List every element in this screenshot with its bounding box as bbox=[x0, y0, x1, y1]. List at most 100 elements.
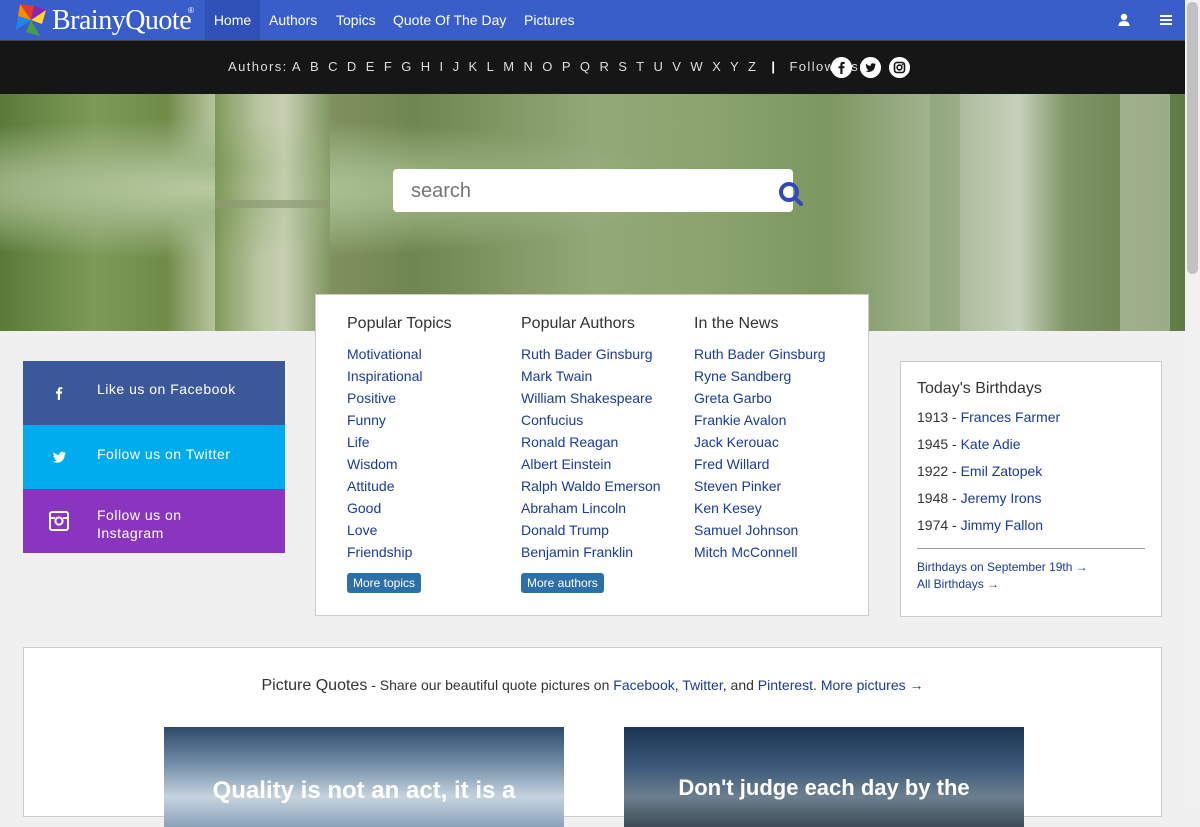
letter-link-b[interactable]: B bbox=[310, 59, 320, 74]
twitter-icon bbox=[52, 451, 66, 463]
author-link[interactable]: Albert Einstein bbox=[521, 453, 661, 475]
brainyquote-logo[interactable]: BrainyQuote ® bbox=[12, 2, 198, 38]
letter-link-h[interactable]: H bbox=[421, 59, 432, 74]
news-author-link[interactable]: Ken Kesey bbox=[694, 497, 826, 519]
author-link[interactable]: Ruth Bader Ginsburg bbox=[521, 343, 661, 365]
birthdays-on-date-link[interactable]: Birthdays on September 19th → bbox=[917, 560, 1088, 574]
birthday-name-link[interactable]: Frances Farmer bbox=[961, 409, 1061, 425]
nav-authors[interactable]: Authors bbox=[269, 0, 317, 40]
letter-link-e[interactable]: E bbox=[366, 59, 376, 74]
and-text: , and bbox=[722, 677, 758, 693]
user-icon[interactable] bbox=[1115, 11, 1133, 29]
instagram-icon[interactable] bbox=[889, 57, 910, 78]
period: . bbox=[813, 677, 821, 693]
birthday-name-link[interactable]: Emil Zatopek bbox=[961, 463, 1043, 479]
topic-link[interactable]: Good bbox=[347, 497, 452, 519]
letter-link-k[interactable]: K bbox=[468, 59, 478, 74]
news-author-link[interactable]: Mitch McConnell bbox=[694, 541, 826, 563]
author-link[interactable]: Mark Twain bbox=[521, 365, 661, 387]
topic-link[interactable]: Positive bbox=[347, 387, 452, 409]
topic-link[interactable]: Love bbox=[347, 519, 452, 541]
letter-link-g[interactable]: G bbox=[401, 59, 413, 74]
letter-link-i[interactable]: I bbox=[440, 59, 445, 74]
topic-link[interactable]: Inspirational bbox=[347, 365, 452, 387]
pinterest-link[interactable]: Pinterest bbox=[758, 677, 813, 693]
topic-link[interactable]: Wisdom bbox=[347, 453, 452, 475]
letter-link-z[interactable]: Z bbox=[748, 59, 757, 74]
facebook-like-label: Like us on Facebook bbox=[97, 381, 236, 397]
twitter-link[interactable]: Twitter bbox=[682, 677, 722, 693]
twitter-follow-block[interactable]: Follow us on Twitter bbox=[23, 425, 285, 489]
news-author-link[interactable]: Jack Kerouac bbox=[694, 431, 826, 453]
facebook-like-block[interactable]: Like us on Facebook bbox=[23, 361, 285, 425]
page-scrollbar[interactable] bbox=[1185, 0, 1200, 803]
letter-link-f[interactable]: F bbox=[384, 59, 393, 74]
letter-link-a[interactable]: A bbox=[292, 59, 302, 74]
author-link[interactable]: Donald Trump bbox=[521, 519, 661, 541]
author-link[interactable]: Ralph Waldo Emerson bbox=[521, 475, 661, 497]
topic-link[interactable]: Motivational bbox=[347, 343, 452, 365]
hamburger-menu-icon[interactable] bbox=[1157, 11, 1175, 29]
search-icon[interactable] bbox=[776, 180, 804, 208]
letter-link-l[interactable]: L bbox=[487, 59, 496, 74]
picture-quote-image[interactable]: Don't judge each day by the bbox=[624, 727, 1024, 827]
nav-home[interactable]: Home bbox=[205, 0, 260, 40]
more-pictures-link[interactable]: More pictures → bbox=[821, 677, 924, 693]
instagram-follow-block[interactable]: Follow us on Instagram bbox=[23, 489, 285, 553]
letter-link-d[interactable]: D bbox=[347, 59, 358, 74]
news-author-link[interactable]: Ruth Bader Ginsburg bbox=[694, 343, 826, 365]
search-input[interactable] bbox=[409, 169, 763, 214]
letter-link-w[interactable]: W bbox=[690, 59, 704, 74]
letter-link-p[interactable]: P bbox=[562, 59, 572, 74]
letter-link-x[interactable]: X bbox=[712, 59, 722, 74]
letter-link-u[interactable]: U bbox=[653, 59, 664, 74]
news-author-link[interactable]: Fred Willard bbox=[694, 453, 826, 475]
nav-topics[interactable]: Topics bbox=[336, 0, 376, 40]
twitter-icon[interactable] bbox=[860, 57, 881, 78]
topic-link[interactable]: Funny bbox=[347, 409, 452, 431]
more-authors-button[interactable]: More authors bbox=[521, 573, 604, 593]
author-link[interactable]: Abraham Lincoln bbox=[521, 497, 661, 519]
birthday-name-link[interactable]: Jimmy Fallon bbox=[961, 517, 1043, 533]
popular-authors-list: Ruth Bader Ginsburg Mark Twain William Sha… bbox=[521, 343, 661, 563]
letter-link-t[interactable]: T bbox=[636, 59, 645, 74]
news-author-link[interactable]: Steven Pinker bbox=[694, 475, 826, 497]
topic-link[interactable]: Life bbox=[347, 431, 452, 453]
author-link[interactable]: Benjamin Franklin bbox=[521, 541, 661, 563]
author-link[interactable]: Confucius bbox=[521, 409, 661, 431]
nav-pictures[interactable]: Pictures bbox=[524, 0, 575, 40]
birthday-name-link[interactable]: Jeremy Irons bbox=[961, 490, 1042, 506]
topic-link[interactable]: Friendship bbox=[347, 541, 452, 563]
news-author-link[interactable]: Greta Garbo bbox=[694, 387, 826, 409]
news-author-link[interactable]: Samuel Johnson bbox=[694, 519, 826, 541]
letter-link-r[interactable]: R bbox=[599, 59, 610, 74]
letter-link-n[interactable]: N bbox=[523, 59, 534, 74]
letter-link-c[interactable]: C bbox=[328, 59, 339, 74]
popular-authors-column: Popular Authors Ruth Bader Ginsburg Mark … bbox=[521, 314, 661, 593]
nav-quote-of-the-day[interactable]: Quote Of The Day bbox=[393, 0, 506, 40]
birthday-name-link[interactable]: Kate Adie bbox=[961, 436, 1021, 452]
letter-link-o[interactable]: O bbox=[542, 59, 554, 74]
in-the-news-title: In the News bbox=[694, 315, 779, 332]
letter-link-s[interactable]: S bbox=[618, 59, 628, 74]
twitter-follow-label: Follow us on Twitter bbox=[97, 446, 231, 462]
search-box[interactable] bbox=[393, 169, 793, 214]
share-text: Share our beautiful quote pictures on bbox=[379, 677, 614, 693]
letter-link-q[interactable]: Q bbox=[580, 59, 592, 74]
topic-link[interactable]: Attitude bbox=[347, 475, 452, 497]
picture-quote-image[interactable]: Quality is not an act, it is a bbox=[164, 727, 564, 827]
letter-link-v[interactable]: V bbox=[672, 59, 682, 74]
news-author-link[interactable]: Ryne Sandberg bbox=[694, 365, 826, 387]
author-link[interactable]: William Shakespeare bbox=[521, 387, 661, 409]
author-link[interactable]: Ronald Reagan bbox=[521, 431, 661, 453]
all-birthdays-link[interactable]: All Birthdays → bbox=[917, 577, 999, 591]
facebook-icon bbox=[56, 387, 63, 400]
news-author-link[interactable]: Frankie Avalon bbox=[694, 409, 826, 431]
facebook-link[interactable]: Facebook bbox=[613, 677, 674, 693]
letter-link-y[interactable]: Y bbox=[730, 59, 740, 74]
letter-link-m[interactable]: M bbox=[503, 59, 515, 74]
more-topics-button[interactable]: More topics bbox=[347, 573, 422, 593]
scrollbar-thumb[interactable] bbox=[1187, 2, 1198, 274]
facebook-icon[interactable] bbox=[831, 57, 852, 78]
letter-link-j[interactable]: J bbox=[453, 59, 461, 74]
